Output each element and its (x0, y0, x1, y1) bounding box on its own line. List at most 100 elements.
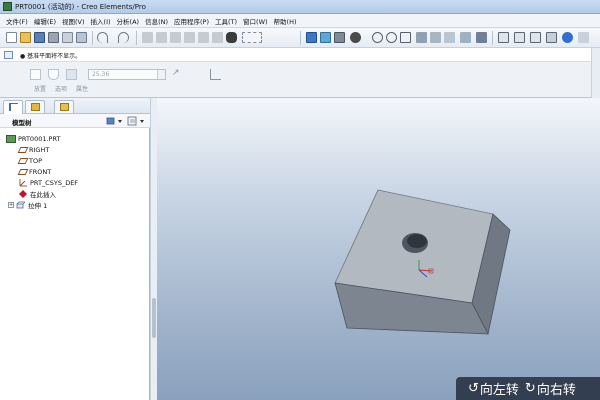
depth-value: 25.36 (92, 71, 110, 78)
menu-bar: 文件(F) 编辑(E) 视图(V) 插入(I) 分析(A) 信息(N) 应用程序… (0, 14, 600, 28)
depth-option-icon[interactable] (66, 69, 77, 80)
select-filter-icon[interactable] (242, 32, 262, 43)
menu-view[interactable]: 视图(V) (59, 16, 88, 26)
sash-handle[interactable] (152, 298, 156, 338)
chevron-down-icon[interactable] (157, 70, 165, 79)
datum-plane-icon (17, 168, 29, 175)
csys-icon (18, 178, 28, 187)
hidden-line-icon[interactable] (514, 32, 525, 43)
menu-info[interactable]: 信息(N) (142, 16, 171, 26)
tab-model-tree[interactable] (3, 100, 23, 114)
reorient-icon[interactable] (416, 32, 427, 43)
tree-item-extrude[interactable]: + 拉伸 1 (8, 199, 47, 210)
tree-item-label: RIGHT (29, 145, 50, 154)
spin-center-icon[interactable] (320, 32, 331, 43)
new-file-icon[interactable] (6, 32, 17, 43)
expand-icon[interactable]: + (8, 201, 14, 208)
menu-analysis[interactable]: 分析(A) (114, 16, 143, 26)
redo-icon[interactable] (118, 32, 129, 43)
solid-extrude-icon[interactable] (30, 69, 41, 80)
print-icon[interactable] (48, 32, 59, 43)
shading-icon[interactable] (350, 32, 361, 43)
main-toolbar (0, 28, 600, 48)
window-title: PRT0001 (活动的) - Creo Elements/Pro (15, 2, 146, 11)
rotate-right-label: 向右转 (536, 383, 576, 398)
tree-item-csys[interactable]: PRT_CSYS_DEF (18, 177, 78, 188)
thicken-icon[interactable] (210, 69, 221, 80)
menu-insert[interactable]: 插入(I) (88, 16, 114, 26)
zoom-in-icon[interactable] (372, 32, 383, 43)
remove-material-icon[interactable] (190, 69, 201, 80)
orient-mode-icon[interactable] (334, 32, 345, 43)
view-manager-icon[interactable] (460, 32, 471, 43)
rotate-left-button[interactable]: ↺ 向左转 (468, 379, 519, 398)
save-icon[interactable] (34, 32, 45, 43)
tab-placement[interactable]: 放置 (34, 84, 46, 93)
navigator-tabs (0, 98, 150, 114)
extrude-icon (16, 201, 26, 209)
copy-icon[interactable] (156, 32, 167, 43)
app-icon (3, 2, 12, 11)
menu-tools[interactable]: 工具(T) (212, 16, 240, 26)
panel-sash[interactable] (150, 98, 157, 400)
menu-file[interactable]: 文件(F) (3, 16, 31, 26)
tree-item-top[interactable]: TOP (17, 155, 42, 166)
menu-window[interactable]: 窗口(W) (240, 16, 271, 26)
no-hidden-icon[interactable] (530, 32, 541, 43)
rotate-left-label: 向左转 (479, 383, 519, 398)
dashboard-scrollbar[interactable] (591, 48, 600, 98)
toolbar-separator (136, 31, 137, 45)
menu-edit[interactable]: 编辑(E) (31, 16, 59, 26)
rotate-left-icon: ↺ (468, 381, 479, 396)
hole-inner (407, 234, 427, 248)
tree-item-label: FRONT (29, 167, 52, 176)
tab-favorites[interactable] (54, 100, 74, 113)
more-tools-icon[interactable] (578, 32, 589, 43)
paste-special-icon[interactable] (184, 32, 195, 43)
send-icon[interactable] (76, 32, 87, 43)
message-icon (4, 51, 13, 59)
find-icon[interactable] (226, 32, 237, 43)
tree-item-part[interactable]: PRT0001.PRT (6, 133, 60, 144)
zoom-out-icon[interactable] (386, 32, 397, 43)
surface-extrude-icon[interactable] (48, 69, 59, 80)
tree-settings-icon[interactable] (106, 116, 124, 126)
tree-show-icon[interactable] (127, 116, 147, 126)
graphics-window[interactable] (157, 98, 600, 400)
navigator-panel: 模型树 PRT0001.PRT RIGHT TOP FRONT PRT_CSYS… (0, 98, 150, 400)
tree-item-insert-here[interactable]: 在此插入 (18, 188, 56, 199)
3d-model[interactable] (157, 98, 600, 400)
status-message: ● 基准平面将不显示。 (20, 53, 82, 60)
email-icon[interactable] (62, 32, 73, 43)
menu-help[interactable]: 帮助(H) (271, 16, 300, 26)
undo-icon[interactable] (97, 32, 108, 43)
model-tree-icon (9, 103, 18, 111)
open-folder-icon[interactable] (20, 32, 31, 43)
depth-field[interactable]: 25.36 (88, 69, 166, 80)
shaded-icon[interactable] (546, 32, 557, 43)
paste-icon[interactable] (170, 32, 181, 43)
flip-direction-icon[interactable]: ↗ (172, 69, 183, 80)
appearance-gallery-icon[interactable] (562, 32, 573, 43)
saved-views-icon[interactable] (430, 32, 441, 43)
repaint-icon[interactable] (306, 32, 317, 43)
toolbar-separator (492, 31, 493, 45)
rotate-right-button[interactable]: ↻ 向右转 (525, 379, 576, 398)
model-tree: PRT0001.PRT RIGHT TOP FRONT PRT_CSYS_DEF… (0, 130, 145, 398)
appearance-icon[interactable] (476, 32, 487, 43)
toolbar-separator (92, 31, 93, 45)
message-area: ● 基准平面将不显示。 (0, 48, 600, 62)
regenerate-icon[interactable] (198, 32, 209, 43)
tree-item-right[interactable]: RIGHT (17, 144, 50, 155)
menu-applications[interactable]: 应用程序(P) (171, 16, 212, 26)
tab-options[interactable]: 选项 (55, 84, 67, 93)
tree-item-front[interactable]: FRONT (17, 166, 52, 177)
layers-icon[interactable] (444, 32, 455, 43)
tab-properties[interactable]: 属性 (76, 84, 88, 93)
tab-folder-browser[interactable] (25, 100, 45, 113)
cut-icon[interactable] (142, 32, 153, 43)
datum-plane-icon (17, 146, 29, 153)
wireframe-icon[interactable] (498, 32, 509, 43)
regen-manager-icon[interactable] (212, 32, 223, 43)
refit-icon[interactable] (400, 32, 411, 43)
